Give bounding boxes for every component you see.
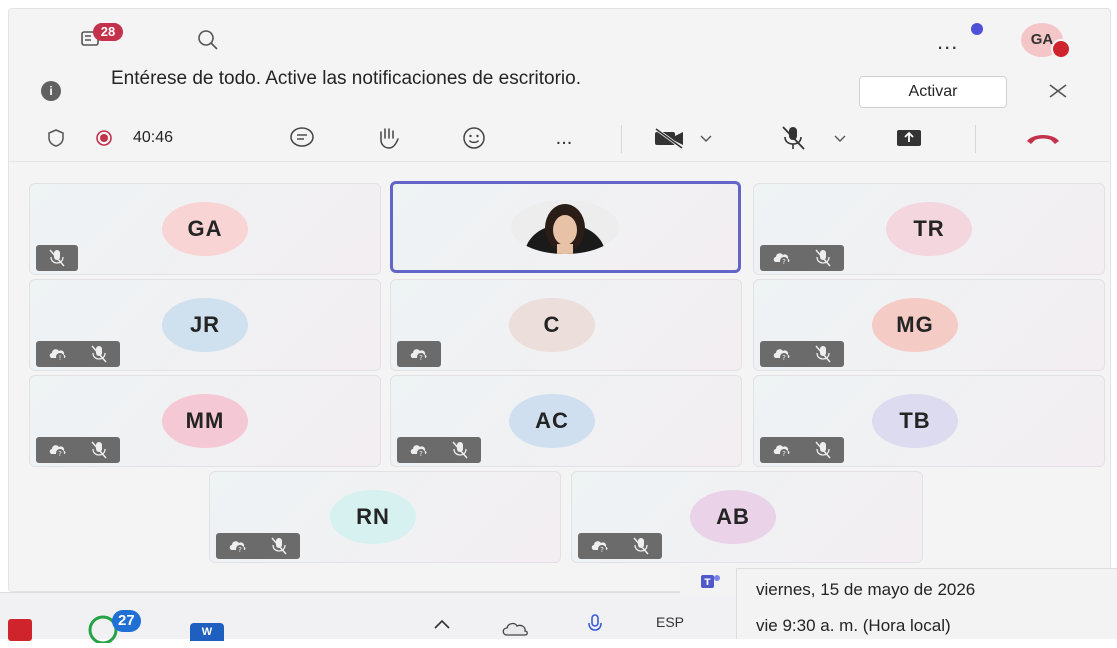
participant-tile[interactable]: MM ? bbox=[29, 375, 381, 467]
popup-date: viernes, 15 de mayo de 2026 bbox=[756, 580, 976, 599]
activate-notifications-button[interactable]: Activar bbox=[859, 76, 1007, 108]
reactions-icon[interactable] bbox=[457, 115, 491, 161]
mic-muted-icon bbox=[815, 441, 831, 459]
svg-text:?: ? bbox=[419, 450, 423, 458]
participant-avatar: AB bbox=[690, 490, 776, 544]
network-issue-icon: ? bbox=[229, 541, 246, 554]
participant-avatar: MM bbox=[162, 394, 248, 448]
svg-text:?: ? bbox=[419, 354, 423, 362]
network-issue-icon: ? bbox=[773, 445, 790, 458]
participant-avatar: GA bbox=[162, 202, 248, 256]
notification-dot bbox=[971, 23, 983, 35]
svg-text:T: T bbox=[704, 578, 711, 588]
participant-status-bar: ? bbox=[397, 437, 481, 463]
network-issue-icon: ? bbox=[410, 445, 427, 458]
popup-time: vie 9:30 a. m. (Hora local) bbox=[756, 616, 951, 635]
teams-icon: T bbox=[701, 575, 720, 588]
participant-avatar: MG bbox=[872, 298, 958, 352]
activity-badge: 28 bbox=[93, 23, 123, 41]
participant-avatar: C bbox=[509, 298, 595, 352]
network-issue-icon: ? bbox=[410, 349, 427, 362]
participant-tile[interactable]: AC ? bbox=[390, 375, 742, 467]
teams-popup-tab: T bbox=[680, 566, 738, 596]
word-icon[interactable]: W bbox=[190, 623, 224, 641]
participant-photo bbox=[511, 200, 619, 254]
network-warning-icon: ! bbox=[49, 349, 66, 362]
participant-tile[interactable]: TB ? bbox=[753, 375, 1105, 467]
svg-text:?: ? bbox=[600, 546, 604, 554]
participant-status-bar bbox=[36, 245, 78, 271]
recording-icon bbox=[93, 115, 115, 161]
mic-muted-icon bbox=[815, 345, 831, 363]
participant-status-bar: ? bbox=[216, 533, 300, 559]
top-bar: 28 ... GA bbox=[9, 9, 1110, 65]
participant-status-bar: ? bbox=[760, 437, 844, 463]
cloud-icon[interactable] bbox=[500, 619, 530, 642]
camera-options-chevron-icon[interactable] bbox=[691, 115, 721, 161]
whatsapp-badge: 27 bbox=[112, 610, 141, 632]
meeting-timer: 40:46 bbox=[132, 129, 174, 146]
more-options-button[interactable]: ... bbox=[937, 29, 958, 55]
share-screen-icon[interactable] bbox=[889, 115, 929, 161]
mic-muted-icon bbox=[91, 345, 107, 363]
participant-avatar: AC bbox=[509, 394, 595, 448]
participant-tile[interactable]: RN ? bbox=[209, 471, 561, 563]
shield-icon[interactable] bbox=[45, 115, 67, 161]
participant-avatar: RN bbox=[330, 490, 416, 544]
chat-icon[interactable] bbox=[285, 115, 319, 161]
mic-muted-icon bbox=[49, 249, 65, 267]
info-icon: i bbox=[41, 81, 61, 101]
participant-tile[interactable]: GA bbox=[29, 183, 381, 275]
svg-text:?: ? bbox=[782, 354, 786, 362]
raise-hand-icon[interactable] bbox=[371, 115, 405, 161]
meeting-toolbar: 40:46 ... bbox=[9, 115, 1110, 162]
svg-text:?: ? bbox=[238, 546, 242, 554]
participant-status-bar: ! bbox=[36, 341, 120, 367]
language-indicator[interactable]: ESP bbox=[656, 614, 684, 630]
participant-status-bar: ? bbox=[760, 341, 844, 367]
notification-text: Entérese de todo. Active las notificacio… bbox=[111, 68, 581, 89]
chevron-up-icon[interactable] bbox=[432, 617, 452, 636]
svg-text:?: ? bbox=[58, 450, 62, 458]
participant-tile-active-speaker[interactable] bbox=[390, 181, 741, 273]
participant-avatar: JR bbox=[162, 298, 248, 352]
more-actions-button[interactable]: ... bbox=[549, 115, 579, 161]
hang-up-icon[interactable] bbox=[1017, 115, 1069, 161]
camera-off-icon[interactable] bbox=[649, 115, 689, 161]
mic-muted-icon bbox=[91, 441, 107, 459]
network-issue-icon: ? bbox=[49, 445, 66, 458]
participant-tile[interactable]: JR ! bbox=[29, 279, 381, 371]
mic-muted-icon bbox=[452, 441, 468, 459]
network-issue-icon: ? bbox=[591, 541, 608, 554]
toolbar-divider bbox=[621, 125, 622, 153]
participant-tile[interactable]: MG ? bbox=[753, 279, 1105, 371]
participant-avatar: TR bbox=[886, 202, 972, 256]
mic-muted-icon bbox=[633, 537, 649, 555]
mic-off-icon[interactable] bbox=[773, 115, 813, 161]
search-icon[interactable] bbox=[195, 27, 221, 53]
svg-text:?: ? bbox=[782, 258, 786, 266]
close-icon[interactable] bbox=[1043, 76, 1073, 106]
participant-status-bar: ? bbox=[397, 341, 441, 367]
participant-tile[interactable]: TR ? bbox=[753, 183, 1105, 275]
toolbar-divider bbox=[975, 125, 976, 153]
teams-meeting-window: 28 ... GA i Entérese de todo. Active las… bbox=[8, 8, 1111, 592]
svg-text:?: ? bbox=[782, 450, 786, 458]
participant-tile[interactable]: C ? bbox=[390, 279, 742, 371]
svg-text:!: ! bbox=[59, 354, 62, 362]
mic-muted-icon bbox=[271, 537, 287, 555]
participant-avatar: TB bbox=[872, 394, 958, 448]
network-issue-icon: ? bbox=[773, 253, 790, 266]
participant-status-bar: ? bbox=[760, 245, 844, 271]
mic-muted-icon bbox=[815, 249, 831, 267]
busy-status-dot bbox=[1051, 39, 1071, 59]
participant-status-bar: ? bbox=[36, 437, 120, 463]
participant-status-bar: ? bbox=[578, 533, 662, 559]
participant-tile[interactable]: AB ? bbox=[571, 471, 923, 563]
network-issue-icon: ? bbox=[773, 349, 790, 362]
mic-options-chevron-icon[interactable] bbox=[825, 115, 855, 161]
